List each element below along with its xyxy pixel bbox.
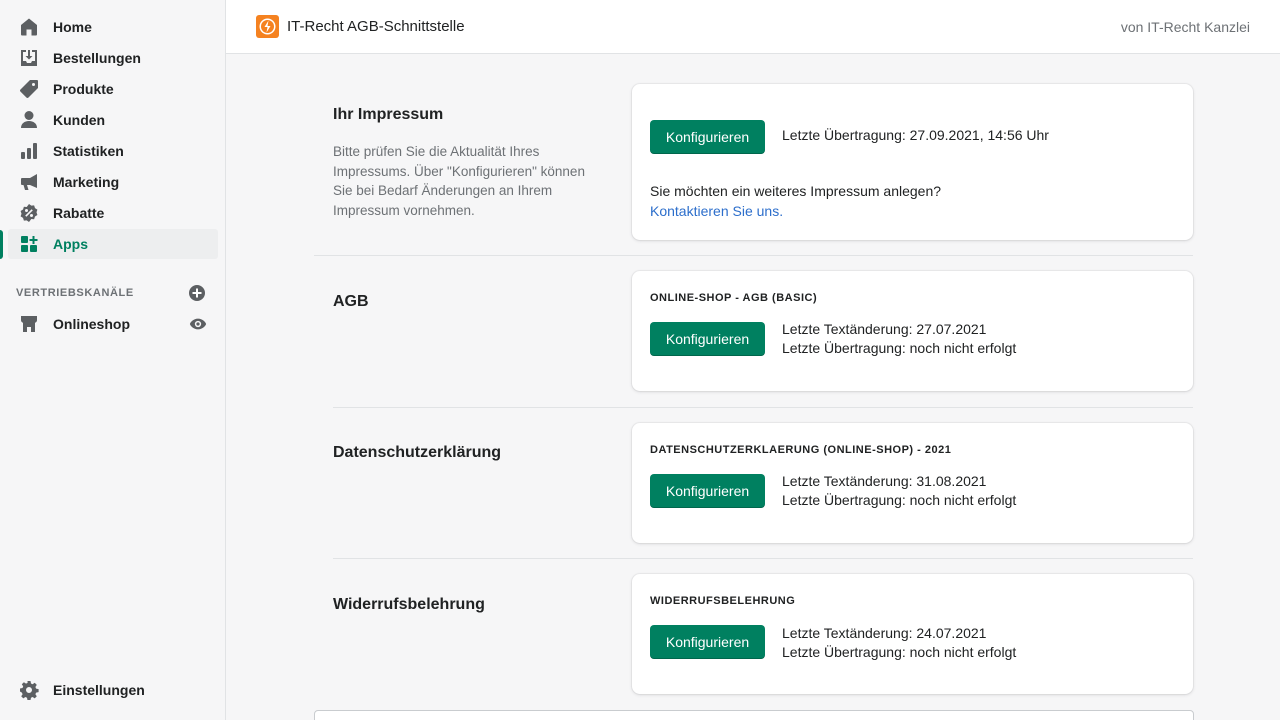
sidebar-item-label: Kunden	[53, 112, 106, 128]
sidebar-item-label: Home	[53, 19, 92, 35]
agb-heading: AGB	[333, 293, 369, 310]
datenschutz-heading: Datenschutzerklärung	[333, 444, 502, 461]
bar-chart-icon	[18, 140, 40, 162]
next-section-box	[314, 710, 1194, 720]
widerruf-configure-button[interactable]: Konfigurieren	[650, 625, 765, 659]
datenschutz-last-change: Letzte Textänderung: 31.08.2021	[782, 473, 987, 489]
impressum-question: Sie möchten ein weiteres Impressum anleg…	[650, 183, 942, 199]
apps-icon	[18, 233, 40, 255]
divider	[314, 255, 1193, 256]
widerruf-last-change: Letzte Textänderung: 24.07.2021	[782, 625, 987, 641]
sidebar: Home Bestellungen Produkte Kunden Statis…	[0, 0, 226, 720]
sidebar-item-home[interactable]: Home	[8, 12, 218, 42]
sidebar-item-apps[interactable]: Apps	[8, 229, 218, 259]
datenschutz-last-transfer: Letzte Übertragung: noch nicht erfolgt	[782, 492, 1017, 508]
person-icon	[18, 109, 40, 131]
impressum-last-transfer: Letzte Übertragung: 27.09.2021, 14:56 Uh…	[782, 127, 1049, 143]
widerruf-caption: WIDERRUFSBELEHRUNG	[650, 595, 796, 607]
datenschutz-configure-button[interactable]: Konfigurieren	[650, 474, 765, 508]
agb-caption: ONLINE-SHOP - AGB (BASIC)	[650, 292, 818, 304]
active-indicator	[0, 230, 3, 259]
contact-link[interactable]: Kontaktieren Sie uns.	[650, 203, 783, 219]
sidebar-item-label: Rabatte	[53, 205, 105, 221]
sidebar-item-bestellungen[interactable]: Bestellungen	[8, 43, 218, 73]
sidebar-item-einstellungen[interactable]: Einstellungen	[8, 675, 218, 705]
sidebar-item-onlineshop[interactable]: Onlineshop	[8, 309, 218, 339]
app-logo-icon	[256, 15, 279, 38]
add-channel-icon[interactable]	[188, 284, 206, 302]
impressum-configure-button[interactable]: Konfigurieren	[650, 120, 765, 154]
agb-last-transfer: Letzte Übertragung: noch nicht erfolgt	[782, 340, 1017, 356]
app-title: IT-Recht AGB-Schnittstelle	[287, 18, 465, 35]
home-icon	[18, 16, 40, 38]
agb-last-change: Letzte Textänderung: 27.07.2021	[782, 321, 987, 337]
store-icon	[18, 313, 40, 335]
impressum-heading: Ihr Impressum	[333, 106, 444, 123]
megaphone-icon	[18, 171, 40, 193]
sidebar-item-label: Apps	[53, 236, 88, 252]
datenschutz-card: DATENSCHUTZERKLAERUNG (ONLINE-SHOP) - 20…	[632, 423, 1193, 543]
sidebar-item-label: Marketing	[53, 174, 120, 190]
widerruf-last-transfer: Letzte Übertragung: noch nicht erfolgt	[782, 644, 1017, 660]
widerruf-heading: Widerrufsbelehrung	[333, 596, 485, 613]
orders-icon	[18, 47, 40, 69]
widerruf-card: WIDERRUFSBELEHRUNG Konfigurieren Letzte …	[632, 574, 1193, 694]
agb-card: ONLINE-SHOP - AGB (BASIC) Konfigurieren …	[632, 271, 1193, 391]
vendor-link[interactable]: von IT-Recht Kanzlei	[1121, 19, 1250, 35]
sidebar-item-label: Statistiken	[53, 143, 124, 159]
sidebar-item-marketing[interactable]: Marketing	[8, 167, 218, 197]
discount-icon	[18, 202, 40, 224]
sidebar-item-produkte[interactable]: Produkte	[8, 74, 218, 104]
app-header: IT-Recht AGB-Schnittstelle von IT-Recht …	[226, 0, 1280, 54]
eye-icon[interactable]	[188, 314, 208, 334]
impressum-card: Konfigurieren Letzte Übertragung: 27.09.…	[632, 84, 1193, 240]
sidebar-item-kunden[interactable]: Kunden	[8, 105, 218, 135]
sidebar-item-rabatte[interactable]: Rabatte	[8, 198, 218, 228]
sidebar-item-label: Einstellungen	[53, 682, 145, 698]
channels-section-title: VERTRIEBSKANÄLE	[16, 287, 134, 299]
impressum-description: Bitte prüfen Sie die Aktualität Ihres Im…	[333, 144, 585, 218]
sidebar-item-statistiken[interactable]: Statistiken	[8, 136, 218, 166]
tag-icon	[18, 78, 40, 100]
sidebar-item-label: Bestellungen	[53, 50, 141, 66]
divider	[333, 558, 1193, 559]
agb-configure-button[interactable]: Konfigurieren	[650, 322, 765, 356]
divider	[333, 407, 1193, 408]
gear-icon	[18, 679, 40, 701]
datenschutz-caption: DATENSCHUTZERKLAERUNG (ONLINE-SHOP) - 20…	[650, 444, 952, 456]
sidebar-item-label: Produkte	[53, 81, 114, 97]
sidebar-item-label: Onlineshop	[53, 316, 130, 332]
